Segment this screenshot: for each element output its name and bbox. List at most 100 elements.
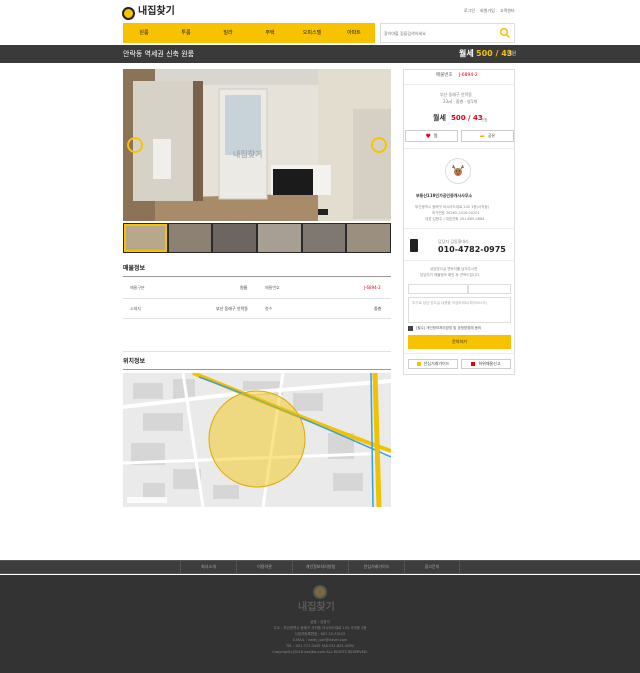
footer-link-terms[interactable]: 이용약관 xyxy=(236,561,292,573)
info-key: 층수 xyxy=(265,306,273,311)
submit-label: 문의하기 xyxy=(452,339,467,344)
sidebar-address: 부산 동래구 안락동 xyxy=(440,92,472,97)
info-value: 부산 동래구 안락동 xyxy=(216,306,248,311)
price-unit: 만원 xyxy=(507,51,517,57)
divider xyxy=(404,84,514,85)
safe-guide-button[interactable]: 안심거래가이드 xyxy=(408,359,458,369)
room-photo xyxy=(123,69,391,221)
divider xyxy=(404,148,514,149)
divider xyxy=(123,276,391,277)
nav-officetel[interactable]: 오피스텔 xyxy=(291,23,333,43)
info-title: 매물정보 xyxy=(123,265,146,272)
divider xyxy=(123,351,391,352)
page-title: 안락동 역세권 신축 원룸 xyxy=(123,50,195,58)
sidebar-detail: 23㎡ · 중층 · 방1개 xyxy=(443,99,477,104)
main-nav: 원룸 투룸 빌라 주택 오피스텔 아파트 xyxy=(123,23,375,43)
info-value: J-6894-2 xyxy=(364,285,381,290)
footer-line: TEL : 051-717-0445 FAX:051-851-0894 xyxy=(285,644,355,648)
logo-icon[interactable] xyxy=(122,7,135,20)
thumbnail[interactable] xyxy=(302,224,346,252)
signup-link[interactable]: 회원가입 xyxy=(480,9,495,13)
title-bar xyxy=(0,45,640,63)
footer-link-guide[interactable]: 안심거래가이드 xyxy=(348,561,404,573)
search-input[interactable] xyxy=(381,24,493,42)
nav-apartment[interactable]: 아파트 xyxy=(333,23,375,43)
footer-logo-icon xyxy=(313,585,327,599)
share-label: 공유 xyxy=(487,133,496,138)
divider xyxy=(404,353,514,354)
info-key: 매물구분 xyxy=(130,285,145,290)
location-title: 위치정보 xyxy=(123,358,146,365)
agency-name: 부동산119인가공인중개사사무소 xyxy=(416,193,473,198)
reindeer-icon xyxy=(451,164,465,176)
phone-icon xyxy=(410,239,418,252)
sidebar-price-unit: 만원 xyxy=(481,118,488,122)
guide-icon xyxy=(416,362,421,366)
like-button[interactable]: ♥ 찜 xyxy=(405,130,458,142)
footer-line: Copyright(c)2016 naejibs.com ALL RIGHTS … xyxy=(272,650,368,654)
search-icon[interactable] xyxy=(499,27,511,39)
listing-label: 매물번호 xyxy=(436,73,453,78)
info-key: 소재지 xyxy=(130,306,142,311)
photo-watermark: 내집찾기 xyxy=(233,150,263,159)
search-box xyxy=(380,23,515,43)
info-value: 원룸 xyxy=(240,285,248,290)
thumbnail-strip xyxy=(123,223,391,253)
nav-oneroom[interactable]: 원룸 xyxy=(123,23,165,43)
agree-checkbox[interactable] xyxy=(408,326,413,331)
sidebar-price-value: 500 / 43 xyxy=(451,114,483,122)
report-label: 허위매물신고 xyxy=(478,361,501,366)
nav-villa[interactable]: 빌라 xyxy=(207,23,249,43)
nav-house[interactable]: 주택 xyxy=(249,23,291,43)
agent-phone[interactable]: 010-4782-0975 xyxy=(438,246,506,254)
footer-line: 상호 : 김영석 xyxy=(310,620,330,624)
divider xyxy=(123,369,391,370)
info-key: 매물번호 xyxy=(265,285,280,290)
footer-logo-text: 내집찾기 xyxy=(298,602,335,613)
message-field[interactable]: 추가로 상담 받으실 내용을 작성하세요(최대500자) xyxy=(408,297,511,323)
thumbnail[interactable] xyxy=(258,224,301,252)
logo-text[interactable]: 내집찾기 xyxy=(138,7,175,17)
sidebar-price-label: 월세 xyxy=(433,114,446,122)
heart-icon: ♥ xyxy=(425,132,431,140)
divider xyxy=(404,228,514,229)
divider xyxy=(404,260,514,261)
footer-links: 회사소개 이용약관 개인정보처리방침 안심거래가이드 광고문의 xyxy=(0,560,640,574)
submit-button[interactable]: 문의하기 xyxy=(408,335,511,349)
thumbnail[interactable] xyxy=(168,224,212,252)
thumbnail[interactable] xyxy=(213,224,257,252)
inquiry-text: 담당자가 매물정보 확인 후 연락드립니다. xyxy=(420,273,481,277)
agency-avatar xyxy=(445,158,471,184)
divider xyxy=(123,298,391,299)
agency-line: 허가번호 26260-2016-00201 xyxy=(432,211,480,215)
info-value: 중층 xyxy=(374,306,382,311)
location-map[interactable] xyxy=(123,373,391,507)
footer-link-ads[interactable]: 광고문의 xyxy=(404,561,460,573)
listing-number: J-6894-2 xyxy=(459,73,478,78)
thumbnail[interactable] xyxy=(347,224,391,252)
report-icon xyxy=(471,362,476,366)
guide-label: 안심거래가이드 xyxy=(423,361,450,366)
main-photo: 내집찾기 xyxy=(123,69,391,221)
agent-label: 담당자 김동휘대리 xyxy=(438,239,469,244)
like-label: 찜 xyxy=(433,133,438,138)
agency-line: 부산광역시 동래구 아시아드대로 145 1층(사직동) xyxy=(415,205,490,209)
footer-line: 사업자등록번호 : 607-20-33125 xyxy=(294,632,346,636)
support-link[interactable]: 고객센터 xyxy=(500,9,515,13)
price-label: 월세 xyxy=(459,49,474,58)
name-field[interactable] xyxy=(408,284,468,294)
report-button[interactable]: 허위매물신고 xyxy=(461,359,511,369)
inquiry-text: 상담받으실 연락처를 남겨주시면 xyxy=(430,267,478,271)
share-icon: ➦ xyxy=(479,132,485,140)
map-graphic xyxy=(123,373,391,507)
share-button[interactable]: ➦ 공유 xyxy=(461,130,514,142)
footer-line: 주소 : 부산광역시 동래구 사직동 아시아드대로 145 사직동 2층 xyxy=(273,626,367,630)
nav-tworoom[interactable]: 투룸 xyxy=(165,23,207,43)
login-link[interactable]: 로그인 xyxy=(464,9,475,13)
footer-link-privacy[interactable]: 개인정보처리방침 xyxy=(292,561,348,573)
agency-line: 대표 김현주 / 대표전화 051-865-0884 xyxy=(425,217,485,221)
footer-link-about[interactable]: 회사소개 xyxy=(180,561,236,573)
thumbnail[interactable] xyxy=(124,224,167,252)
message-placeholder: 추가로 상담 받으실 내용을 작성하세요(최대500자) xyxy=(412,301,488,305)
phone-field[interactable] xyxy=(468,284,511,294)
